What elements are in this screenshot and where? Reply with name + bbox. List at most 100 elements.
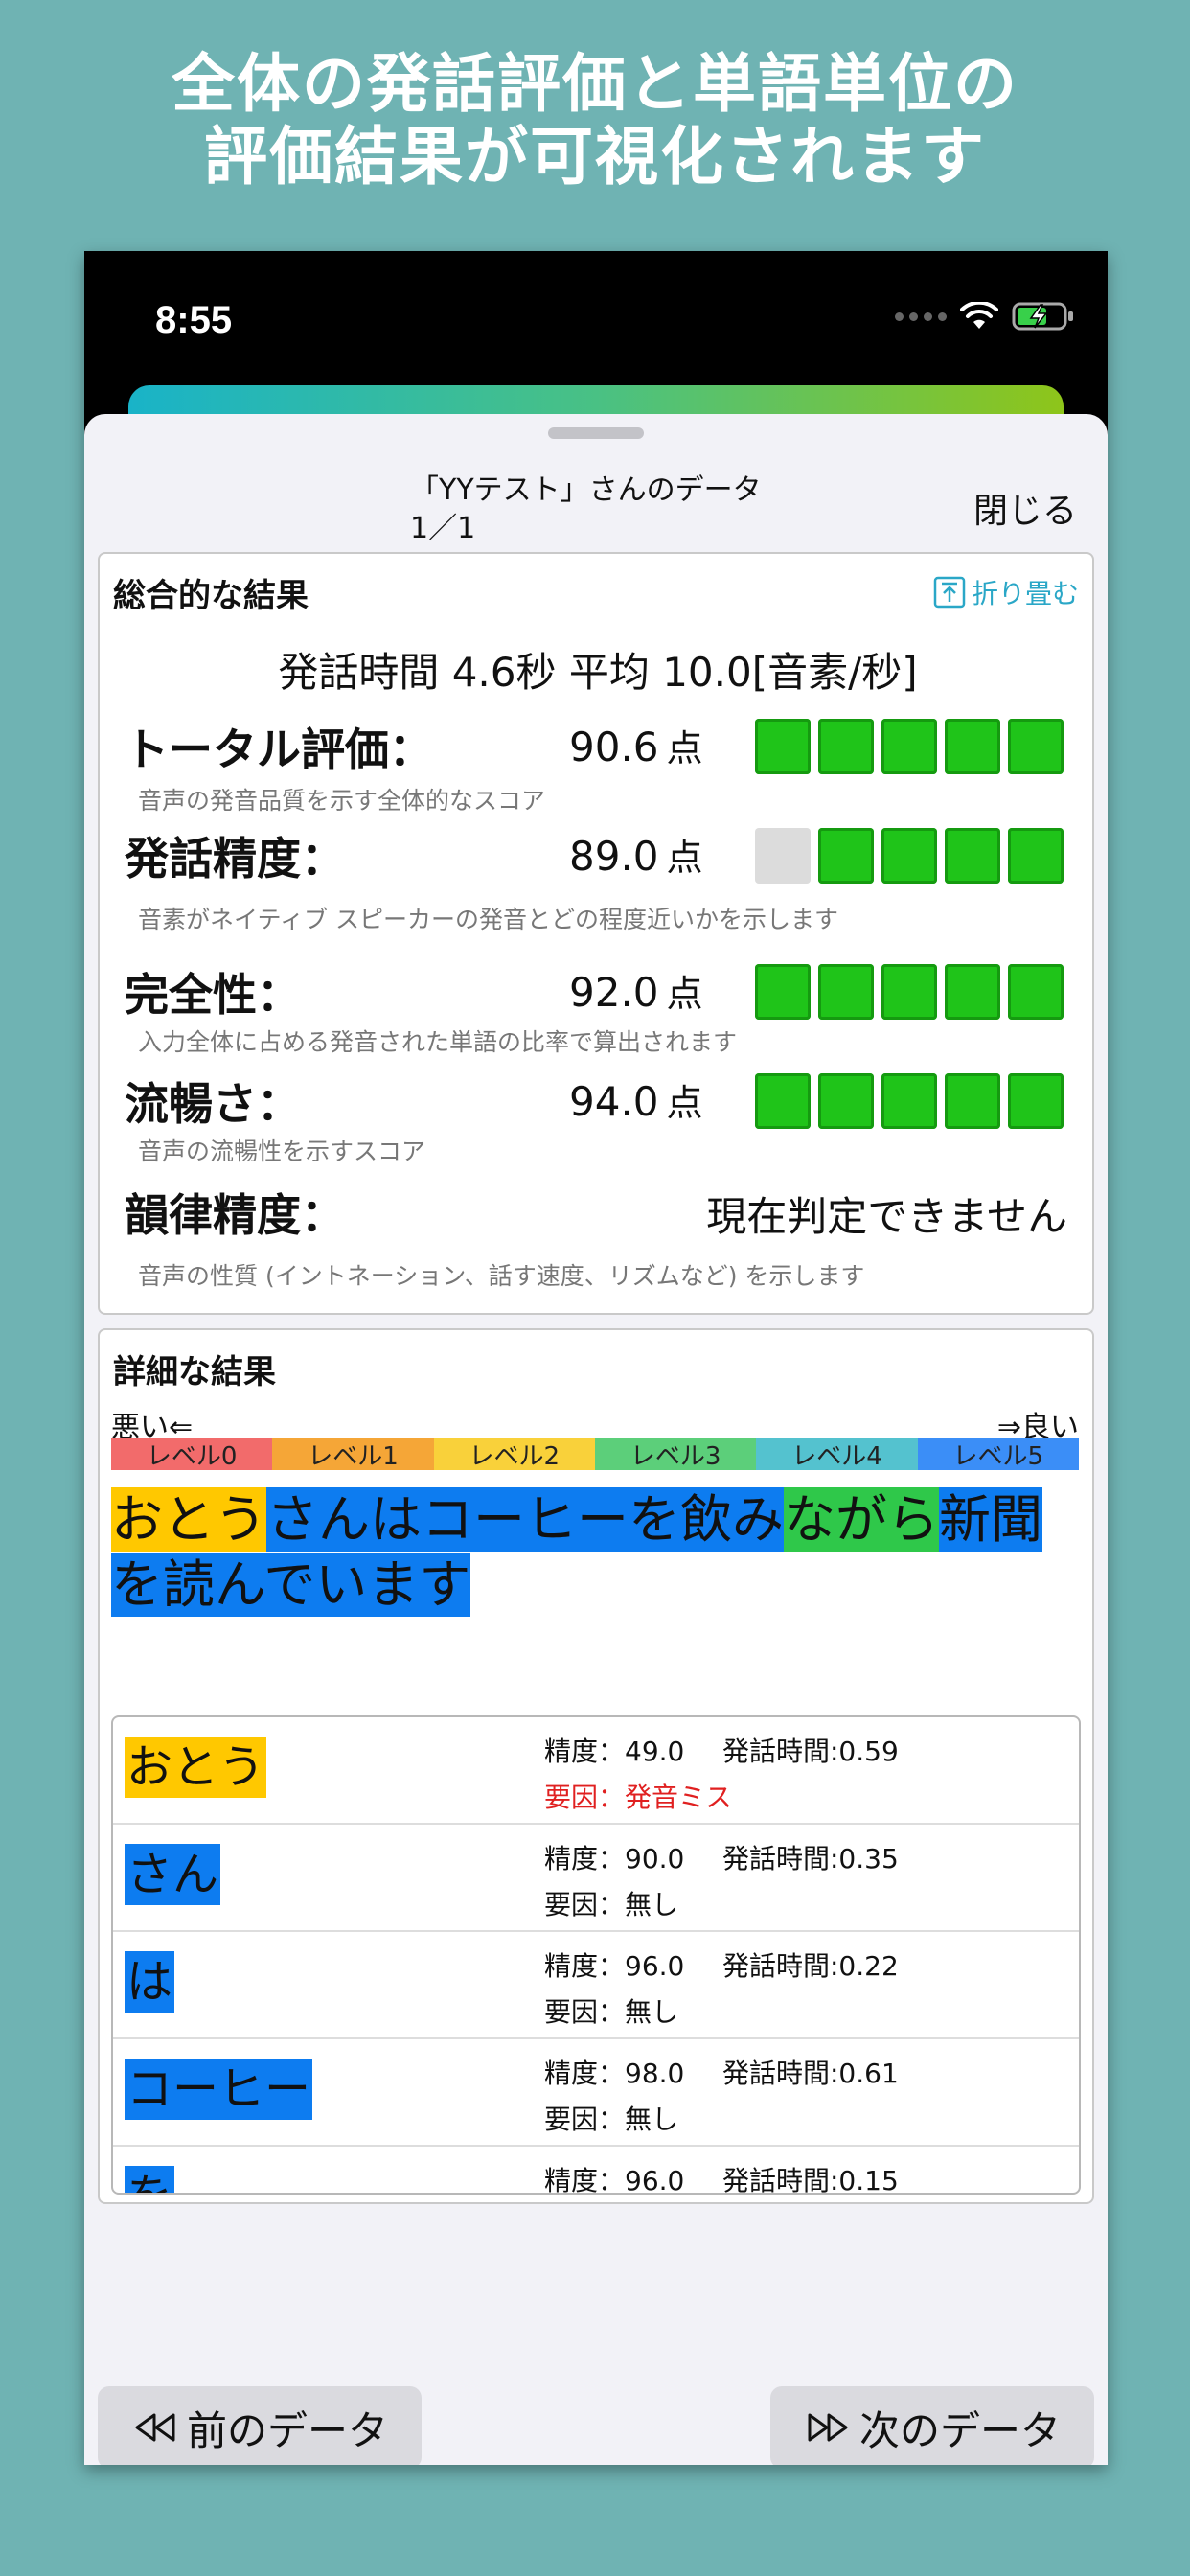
promo-headline: 全体の発話評価と単語単位の 評価結果が可視化されます <box>0 48 1190 194</box>
sheet-title: 「YYテスト」さんのデータ 1／1 <box>410 472 812 548</box>
prev-data-button[interactable]: 前のデータ <box>98 2386 422 2465</box>
level-bar <box>881 719 937 774</box>
metric-level-bars <box>755 719 1064 774</box>
word-duration: 発話時間:0.61 <box>722 2058 899 2089</box>
level-bar <box>755 828 811 884</box>
overall-heading: 総合的な結果 <box>113 577 309 615</box>
word-row[interactable]: さん 精度：90.0 発話時間:0.35 要因：無し <box>113 1825 1079 1932</box>
word-accuracy: 精度：49.0 <box>544 1736 685 1767</box>
level-bar <box>818 719 874 774</box>
sentence-segment: おとう <box>111 1487 266 1552</box>
speech-summary: 発話時間 4.6秒 平均 10.0[音素/秒] <box>278 649 918 696</box>
overall-results-card: 総合的な結果 折り畳む 発話時間 4.6秒 平均 10.0[音素/秒] トータル… <box>98 552 1094 1315</box>
highlighted-sentence: おとうさんはコーヒーを飲みながら新聞を読んでいます <box>111 1487 1079 1618</box>
word-accuracy: 精度：90.0 <box>544 1843 685 1874</box>
word-duration: 発話時間:0.22 <box>722 1950 899 1982</box>
word-text: さん <box>125 1844 221 1905</box>
collapse-label: 折り畳む <box>971 578 1079 610</box>
level-legend-item: レベル5 <box>917 1438 1079 1471</box>
metric-level-bars <box>755 828 1064 884</box>
sheet-title-page: 1／1 <box>410 512 476 545</box>
detail-results-card: 詳細な結果 悪い⇐ ⇒良い レベル0 レベル1 レベル2 レベル3 レベル4 レベル5 お… <box>98 1328 1094 2204</box>
level-bar <box>1008 719 1064 774</box>
collapse-icon <box>933 576 966 609</box>
battery-charging-icon <box>1012 302 1073 331</box>
word-accuracy: 精度：96.0 <box>544 1950 685 1982</box>
word-row[interactable]: は 精度：96.0 発話時間:0.22 要因：無し <box>113 1932 1079 2039</box>
phone-screen: 8:55 「YYテスト」さんのデータ 1／1 閉じる 総合的な結果 折り畳む 発… <box>84 251 1108 2465</box>
level-bar <box>945 964 1000 1020</box>
detail-heading: 詳細な結果 <box>113 1353 276 1392</box>
metric-name: 流暢さ： <box>125 1078 301 1130</box>
status-icons <box>895 301 1075 332</box>
status-time: 8:55 <box>155 299 233 341</box>
word-accuracy: 精度：96.0 <box>544 2165 685 2195</box>
sentence-segment: を読んでいます <box>111 1552 471 1617</box>
word-duration: 発話時間:0.59 <box>722 1736 899 1767</box>
level-bar <box>1008 828 1064 884</box>
sentence-segment: 新聞 <box>939 1487 1042 1552</box>
next-data-label: 次のデータ <box>858 2406 1061 2454</box>
rewind-icon <box>135 2413 175 2442</box>
wifi-icon <box>960 302 998 329</box>
level-bar <box>881 1073 937 1129</box>
level-bar <box>1008 964 1064 1020</box>
headline-line-1: 全体の発話評価と単語単位の <box>172 47 1018 121</box>
level-bar <box>755 964 811 1020</box>
metric-description: 音素がネイティブ スピーカーの発音とどの程度近いかを示します <box>138 906 838 933</box>
prosody-value: 現在判定できません <box>706 1193 1067 1240</box>
fast-forward-icon <box>808 2413 848 2442</box>
level-legend-item: レベル4 <box>756 1438 918 1471</box>
level-bar <box>818 828 874 884</box>
metric-name: 韻律精度： <box>125 1189 345 1241</box>
metric-description: 音声の流暢性を示すスコア <box>138 1138 426 1165</box>
level-bar <box>945 719 1000 774</box>
word-row[interactable]: コーヒー 精度：98.0 発話時間:0.61 要因：無し <box>113 2039 1079 2147</box>
sheet-grabber[interactable] <box>548 427 644 439</box>
word-list[interactable]: おとう 精度：49.0 発話時間:0.59 要因：発音ミスさん 精度：90.0 発話時間:… <box>111 1715 1081 2195</box>
word-accuracy: 精度：98.0 <box>544 2058 685 2089</box>
headline-line-2: 評価結果が可視化されます <box>204 120 986 194</box>
level-bar <box>818 1073 874 1129</box>
word-row[interactable]: おとう 精度：49.0 発話時間:0.59 要因：発音ミス <box>113 1717 1079 1825</box>
level-bar <box>818 964 874 1020</box>
metric-name: 発話精度： <box>125 833 345 885</box>
level-legend: レベル0 レベル1 レベル2 レベル3 レベル4 レベル5 <box>111 1438 1079 1471</box>
level-legend-item: レベル1 <box>272 1438 434 1471</box>
metric-description: 音声の性質 (イントネーション、話す速度、リズムなど) を示します <box>138 1262 865 1290</box>
level-bar <box>755 719 811 774</box>
sentence-segment: ながら <box>784 1487 939 1552</box>
word-reason: 要因：無し <box>544 2104 679 2135</box>
result-sheet: 「YYテスト」さんのデータ 1／1 閉じる 総合的な結果 折り畳む 発話時間 4… <box>84 414 1108 2465</box>
level-bar <box>881 964 937 1020</box>
word-reason: 要因：無し <box>544 1889 679 1920</box>
metric-description: 音声の発音品質を示す全体的なスコア <box>138 787 546 815</box>
level-bar <box>881 828 937 884</box>
level-bar <box>755 1073 811 1129</box>
word-row[interactable]: を 精度：96.0 発話時間:0.15 <box>113 2147 1079 2195</box>
word-reason: 要因：無し <box>544 1996 679 2028</box>
metric-level-bars <box>755 964 1064 1020</box>
close-button[interactable]: 閉じる <box>973 483 1077 533</box>
level-bar <box>1008 1073 1064 1129</box>
word-text: おとう <box>125 1736 267 1798</box>
metric-name: 完全性： <box>125 969 301 1021</box>
level-bar <box>945 828 1000 884</box>
word-duration: 発話時間:0.15 <box>722 2165 899 2195</box>
word-text: を <box>125 2166 175 2193</box>
collapse-button[interactable]: 折り畳む <box>933 573 1079 611</box>
sheet-title-name: 「YYテスト」さんのデータ <box>410 473 762 507</box>
next-data-button[interactable]: 次のデータ <box>770 2386 1094 2465</box>
word-reason: 要因：発音ミス <box>544 1782 733 1813</box>
word-text: は <box>125 1951 175 2012</box>
level-legend-item: レベル0 <box>111 1438 273 1471</box>
word-text: コーヒー <box>125 2058 313 2120</box>
metric-name: トータル評価： <box>125 724 433 775</box>
sentence-segment: さんはコーヒーを飲み <box>266 1487 784 1552</box>
metric-level-bars <box>755 1073 1064 1129</box>
word-duration: 発話時間:0.35 <box>722 1843 899 1874</box>
signal-dots-icon <box>895 311 947 321</box>
level-bar <box>945 1073 1000 1129</box>
level-legend-item: レベル3 <box>594 1438 757 1471</box>
metric-description: 入力全体に占める発音された単語の比率で算出されます <box>138 1028 738 1056</box>
